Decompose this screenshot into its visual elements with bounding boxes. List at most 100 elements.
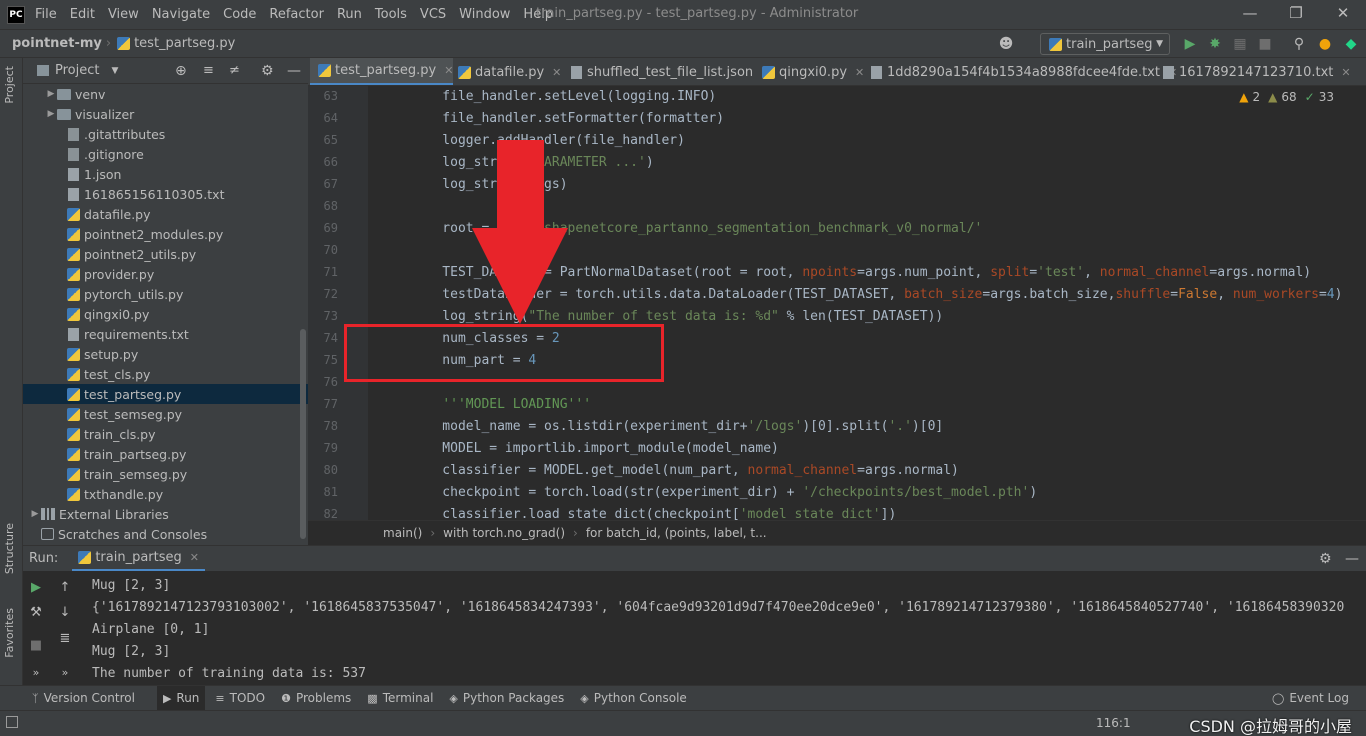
editor-tab[interactable]: shuffled_test_file_list.json✕ (562, 58, 770, 85)
scroll-up-icon[interactable]: ↑ (54, 576, 76, 598)
user-icon[interactable]: ☻ (997, 35, 1015, 53)
terminal-tab[interactable]: ▩ Terminal (361, 686, 439, 711)
tree-item-gitignore[interactable]: .gitignore (23, 144, 308, 164)
breadcrumb-for[interactable]: for batch_id, (points, label, t... (586, 526, 767, 540)
more-icon[interactable]: » (25, 661, 47, 683)
code-line[interactable]: checkpoint = torch.load(str(experiment_d… (411, 485, 1037, 500)
tree-item-train-partseg-py[interactable]: train_partseg.py (23, 444, 308, 464)
tree-item-pointnet2-modules-py[interactable]: pointnet2_modules.py (23, 224, 308, 244)
more-icon[interactable]: » (54, 661, 76, 683)
chevron-right-icon[interactable]: ▶ (29, 509, 41, 519)
menu-run[interactable]: Run (337, 7, 362, 22)
editor-tab[interactable]: 1617892147123710.txt ✕ (1154, 58, 1351, 85)
code-line[interactable]: classifier.load_state_dict(checkpoint['m… (411, 507, 896, 520)
locate-icon[interactable]: ⊕ (175, 63, 187, 79)
breadcrumb-project[interactable]: pointnet-my (12, 36, 102, 51)
menu-file[interactable]: File (35, 7, 57, 22)
code-line[interactable]: file_handler.setLevel(logging.INFO) (411, 89, 716, 104)
menu-navigate[interactable]: Navigate (152, 7, 210, 22)
tree-item-test-cls-py[interactable]: test_cls.py (23, 364, 308, 384)
tree-item-requirements-txt[interactable]: requirements.txt (23, 324, 308, 344)
tree-item-visualizer[interactable]: ▶ visualizer (23, 104, 308, 124)
tree-scrollbar[interactable] (300, 329, 306, 539)
code-line[interactable]: model_name = os.listdir(experiment_dir+'… (411, 419, 943, 434)
tree-item-setup-py[interactable]: setup.py (23, 344, 308, 364)
gear-icon[interactable]: ⚙ (1319, 551, 1332, 567)
breadcrumb-file[interactable]: test_partseg.py (134, 36, 235, 51)
restore-icon[interactable]: ❐ (1286, 4, 1306, 22)
hide-panel-icon[interactable]: — (1345, 551, 1359, 567)
chevron-down-icon[interactable]: ▼ (111, 66, 118, 76)
toolbox-icon[interactable]: ◆ (1342, 35, 1360, 53)
minimize-icon[interactable]: — (1240, 4, 1260, 22)
chevron-right-icon[interactable]: ▶ (45, 89, 57, 99)
run-output[interactable]: ▶ ⚒ ■ » ↑ ↓ ≣ » Mug [2, 3] {'16178921471… (23, 571, 1366, 685)
problems-tab[interactable]: ❶ Problems (275, 686, 357, 711)
editor-tab[interactable]: 1dd8290a154f4b1534a8988fdcee4fde.txt✕ (862, 58, 1177, 85)
menu-refactor[interactable]: Refactor (269, 7, 324, 22)
tree-item-pointnet2-utils-py[interactable]: pointnet2_utils.py (23, 244, 308, 264)
code-editor[interactable]: 63 64 65 66 67 68 69 70 71 72 73 74 75 76 77 78 79 80 81 82… (308, 86, 1366, 520)
stop-icon[interactable]: ■ (25, 634, 47, 656)
close-icon[interactable]: ✕ (190, 551, 199, 564)
run-configuration-select[interactable]: train_partseg ▼ (1040, 33, 1170, 55)
caret-position[interactable]: 116:1 (1096, 716, 1131, 730)
menu-window[interactable]: Window (459, 7, 510, 22)
soft-wrap-icon[interactable]: ≣ (54, 627, 76, 649)
tree-item-train-cls-py[interactable]: train_cls.py (23, 424, 308, 444)
run-icon[interactable]: ▶ (1181, 35, 1199, 53)
menu-code[interactable]: Code (223, 7, 256, 22)
update-icon[interactable]: ● (1316, 35, 1334, 53)
tree-item-txthandle-py[interactable]: txthandle.py (23, 484, 308, 504)
breadcrumb-with[interactable]: with torch.no_grad() (443, 526, 565, 540)
wrench-icon[interactable]: ⚒ (25, 601, 47, 623)
hide-panel-icon[interactable]: — (287, 63, 301, 79)
structure-tool-tab[interactable]: Structure (3, 523, 16, 574)
event-log-tab[interactable]: ◯ Event Log (1266, 686, 1355, 711)
tree-item-1-json[interactable]: 1.json (23, 164, 308, 184)
run-tab[interactable]: train_partseg ✕ (72, 546, 205, 572)
tree-item-pytorch-utils-py[interactable]: pytorch_utils.py (23, 284, 308, 304)
tree-item-gitattributes[interactable]: .gitattributes (23, 124, 308, 144)
close-icon[interactable]: ✕ (552, 66, 561, 79)
rerun-icon[interactable]: ▶ (25, 576, 47, 598)
gear-icon[interactable]: ⚙ (261, 63, 274, 79)
code-line[interactable]: file_handler.setFormatter(formatter) (411, 111, 724, 126)
tree-item-qingxi0-py[interactable]: qingxi0.py (23, 304, 308, 324)
editor-scrollbar[interactable] (1358, 86, 1366, 520)
editor-tab[interactable]: qingxi0.py ✕ (754, 58, 864, 85)
tree-item-test-partseg-py[interactable]: test_partseg.py (23, 384, 308, 404)
expand-all-icon[interactable]: ≡ (203, 63, 214, 78)
code-line[interactable]: '''MODEL LOADING''' (411, 397, 591, 412)
code-line[interactable]: classifier = MODEL.get_model(num_part, n… (411, 463, 959, 478)
close-icon[interactable]: ✕ (1341, 66, 1350, 79)
tree-item-datafile-py[interactable]: datafile.py (23, 204, 308, 224)
code-line[interactable]: MODEL = importlib.import_module(model_na… (411, 441, 779, 456)
debug-icon[interactable]: ✸ (1206, 35, 1224, 53)
menu-edit[interactable]: Edit (70, 7, 95, 22)
collapse-all-icon[interactable]: ≠ (229, 63, 240, 78)
version-control-tab[interactable]: ᛉ Version Control (26, 686, 141, 711)
menu-tools[interactable]: Tools (375, 7, 407, 22)
run-tool-tab[interactable]: ▶ Run (156, 685, 206, 711)
python-packages-tab[interactable]: ◈ Python Packages (443, 686, 570, 711)
tree-item-provider-py[interactable]: provider.py (23, 264, 308, 284)
close-icon[interactable]: ✕ (1333, 4, 1353, 22)
project-tool-tab[interactable]: Project (3, 66, 16, 104)
tree-item-external-libraries[interactable]: ▶ External Libraries (23, 504, 308, 524)
breadcrumb-main[interactable]: main() (383, 526, 422, 540)
tree-item-scratches-and-consoles[interactable]: Scratches and Consoles (23, 524, 308, 544)
code-line[interactable]: logger.addHandler(file_handler) (411, 133, 685, 148)
favorites-tool-tab[interactable]: Favorites (3, 608, 16, 658)
project-panel-title[interactable]: Project (55, 63, 99, 78)
tree-item-test-semseg-py[interactable]: test_semseg.py (23, 404, 308, 424)
chevron-right-icon[interactable]: ▶ (45, 109, 57, 119)
todo-tab[interactable]: ≡ TODO (209, 686, 271, 711)
layout-icon[interactable] (6, 716, 18, 728)
editor-tab[interactable]: test_partseg.py ✕ (310, 58, 454, 85)
code-line[interactable]: log_string(args) (411, 177, 567, 192)
python-console-tab[interactable]: ◈ Python Console (574, 686, 693, 711)
coverage-icon[interactable]: ▦ (1231, 35, 1249, 53)
search-icon[interactable]: ⚲ (1290, 35, 1308, 53)
inspection-widget[interactable]: ▲ 2 ▲ 68 ✓ 33 (1239, 90, 1334, 104)
